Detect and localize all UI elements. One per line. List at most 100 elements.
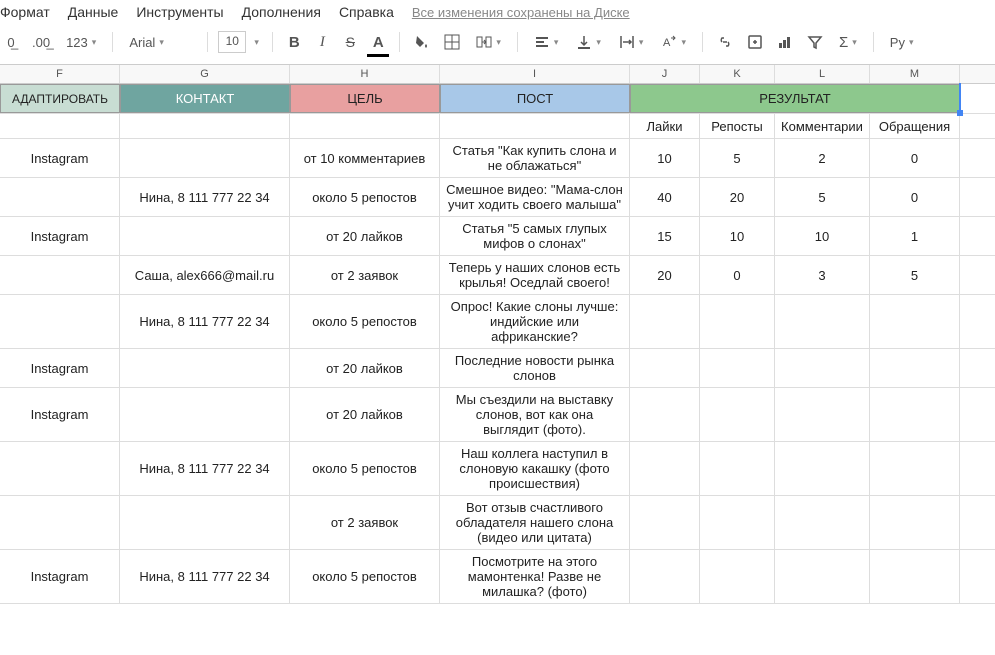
- functions-button[interactable]: Σ▾: [833, 30, 863, 54]
- filter-button[interactable]: [803, 30, 827, 54]
- col-header-J[interactable]: J: [630, 65, 700, 83]
- cell[interactable]: 20: [630, 256, 700, 294]
- text-rotation-button[interactable]: A ▾: [655, 30, 692, 54]
- col-header-K[interactable]: K: [700, 65, 775, 83]
- cell[interactable]: от 2 заявок: [290, 496, 440, 549]
- subheader-likes[interactable]: Лайки: [630, 114, 700, 138]
- cell[interactable]: около 5 репостов: [290, 442, 440, 495]
- cell[interactable]: Нина, 8 111 777 22 34: [120, 178, 290, 216]
- cell[interactable]: от 10 комментариев: [290, 139, 440, 177]
- insert-chart-button[interactable]: [773, 30, 797, 54]
- increase-decimal-button[interactable]: .00̲: [28, 30, 54, 54]
- cell[interactable]: [870, 550, 960, 603]
- cell[interactable]: 3: [775, 256, 870, 294]
- cell[interactable]: Вот отзыв счастливого обладателя нашего …: [440, 496, 630, 549]
- cell[interactable]: около 5 репостов: [290, 550, 440, 603]
- insert-link-button[interactable]: [713, 30, 737, 54]
- cell[interactable]: Нина, 8 111 777 22 34: [120, 550, 290, 603]
- cell[interactable]: Статья "Как купить слона и не облажаться…: [440, 139, 630, 177]
- font-family-select[interactable]: Arial▾: [123, 30, 197, 54]
- cell[interactable]: [775, 349, 870, 387]
- cell[interactable]: [870, 496, 960, 549]
- header-contact[interactable]: КОНТАКТ: [120, 84, 290, 113]
- cell[interactable]: Саша, alex666@mail.ru: [120, 256, 290, 294]
- horizontal-align-button[interactable]: ▾: [528, 30, 565, 54]
- cell[interactable]: Instagram: [0, 550, 120, 603]
- cell[interactable]: Instagram: [0, 217, 120, 255]
- cell[interactable]: Последние новости рынка слонов: [440, 349, 630, 387]
- cell[interactable]: Instagram: [0, 349, 120, 387]
- cell[interactable]: от 20 лайков: [290, 388, 440, 441]
- cell[interactable]: около 5 репостов: [290, 178, 440, 216]
- cell[interactable]: [0, 178, 120, 216]
- text-color-button[interactable]: A: [367, 30, 389, 54]
- font-size-caret[interactable]: ▾: [252, 30, 262, 54]
- merge-cells-button[interactable]: ▾: [470, 30, 507, 54]
- decrease-decimal-button[interactable]: 0̲: [0, 30, 22, 54]
- cell[interactable]: 5: [775, 178, 870, 216]
- cell[interactable]: [0, 256, 120, 294]
- insert-comment-button[interactable]: [743, 30, 767, 54]
- cell[interactable]: 5: [700, 139, 775, 177]
- vertical-align-button[interactable]: ▾: [570, 30, 607, 54]
- cell[interactable]: от 20 лайков: [290, 349, 440, 387]
- cell[interactable]: 2: [775, 139, 870, 177]
- cell[interactable]: [120, 217, 290, 255]
- cell[interactable]: 0: [870, 178, 960, 216]
- font-size-input[interactable]: 10: [218, 31, 246, 53]
- cell[interactable]: [120, 114, 290, 138]
- menu-data[interactable]: Данные: [68, 4, 119, 20]
- cell[interactable]: 10: [775, 217, 870, 255]
- cell[interactable]: Опрос! Какие слоны лучше: индийские или …: [440, 295, 630, 348]
- subheader-reposts[interactable]: Репосты: [700, 114, 775, 138]
- input-tools-button[interactable]: Py▾: [884, 30, 920, 54]
- cell[interactable]: Статья "5 самых глупых мифов о слонах": [440, 217, 630, 255]
- cell[interactable]: [775, 442, 870, 495]
- menu-help[interactable]: Справка: [339, 4, 394, 20]
- cell[interactable]: от 2 заявок: [290, 256, 440, 294]
- cell[interactable]: [870, 388, 960, 441]
- header-result[interactable]: РЕЗУЛЬТАТ: [630, 84, 960, 113]
- col-header-L[interactable]: L: [775, 65, 870, 83]
- cell[interactable]: [870, 295, 960, 348]
- italic-button[interactable]: I: [311, 30, 333, 54]
- cell[interactable]: [775, 388, 870, 441]
- cell[interactable]: [630, 496, 700, 549]
- cell[interactable]: 0: [870, 139, 960, 177]
- cell[interactable]: [630, 388, 700, 441]
- borders-button[interactable]: [440, 30, 464, 54]
- cell[interactable]: Теперь у наших слонов есть крылья! Оседл…: [440, 256, 630, 294]
- cell[interactable]: [0, 496, 120, 549]
- cell[interactable]: [700, 295, 775, 348]
- col-header-G[interactable]: G: [120, 65, 290, 83]
- cell[interactable]: [630, 295, 700, 348]
- cell[interactable]: [700, 388, 775, 441]
- header-goal[interactable]: ЦЕЛЬ: [290, 84, 440, 113]
- cell[interactable]: [700, 442, 775, 495]
- fill-color-button[interactable]: [410, 30, 434, 54]
- cell[interactable]: [700, 550, 775, 603]
- cell[interactable]: около 5 репостов: [290, 295, 440, 348]
- cell[interactable]: [440, 114, 630, 138]
- cell[interactable]: 5: [870, 256, 960, 294]
- cell[interactable]: 0: [700, 256, 775, 294]
- cell[interactable]: [630, 550, 700, 603]
- cell[interactable]: [0, 295, 120, 348]
- save-status[interactable]: Все изменения сохранены на Диске: [412, 5, 630, 20]
- cell[interactable]: [0, 442, 120, 495]
- cell[interactable]: [120, 349, 290, 387]
- cell[interactable]: [870, 442, 960, 495]
- selection-handle[interactable]: [957, 110, 963, 116]
- menu-tools[interactable]: Инструменты: [136, 4, 223, 20]
- number-format-select[interactable]: 123▾: [60, 30, 102, 54]
- col-header-M[interactable]: M: [870, 65, 960, 83]
- menu-format[interactable]: Формат: [0, 4, 50, 20]
- col-header-I[interactable]: I: [440, 65, 630, 83]
- cell[interactable]: Мы съездили на выставку слонов, вот как …: [440, 388, 630, 441]
- cell[interactable]: Наш коллега наступил в слоновую какашку …: [440, 442, 630, 495]
- header-post[interactable]: ПОСТ: [440, 84, 630, 113]
- strikethrough-button[interactable]: S: [339, 30, 361, 54]
- cell[interactable]: 10: [700, 217, 775, 255]
- text-wrap-button[interactable]: ▾: [613, 30, 650, 54]
- cell[interactable]: от 20 лайков: [290, 217, 440, 255]
